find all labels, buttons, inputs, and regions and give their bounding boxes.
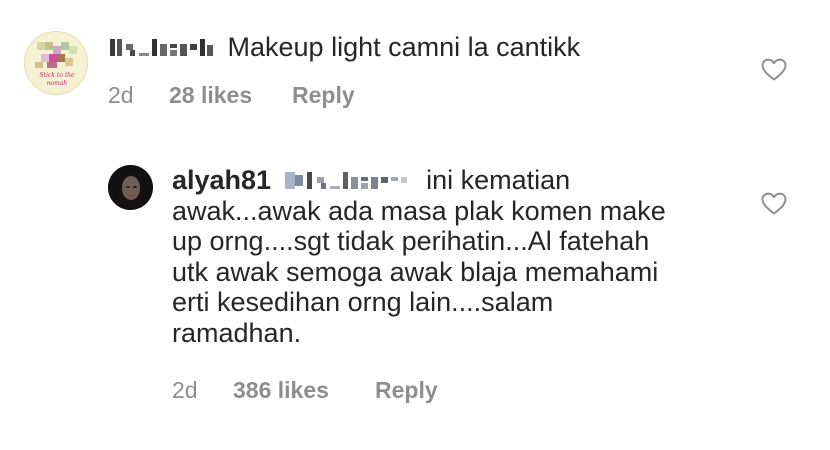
timestamp: 2d <box>172 377 198 403</box>
avatar-pixelated-image <box>35 42 77 68</box>
reply-button[interactable]: Reply <box>292 82 355 109</box>
comment-body-line: utk awak semoga awak blaja memahami <box>172 256 659 287</box>
mention-pixelated[interactable] <box>283 168 417 192</box>
comment-text: Makeup light camni la cantikk <box>108 32 728 63</box>
heart-outline-icon[interactable] <box>761 192 787 216</box>
avatar[interactable]: Stick to the nomah <box>24 31 88 95</box>
reply-button[interactable]: Reply <box>375 377 438 404</box>
svg-text:Stick to the: Stick to the <box>39 72 75 79</box>
comment-body: Makeup light camni la cantikk <box>227 32 581 62</box>
comment-body-line: erti kesedihan orng lain....salam <box>172 287 554 317</box>
heart-outline-icon[interactable] <box>761 58 787 82</box>
comment-body-line: up orng....sgt tidak perihatin...Al fate… <box>172 226 650 256</box>
comment-text: alyah81 ini kematian awak...awak ada mas… <box>172 165 732 348</box>
comment-body-line: ramadhan. <box>172 317 302 348</box>
username-pixelated[interactable] <box>108 35 220 59</box>
likes-count[interactable]: 386 likes <box>233 377 329 404</box>
comment-body-line: ini kematian <box>426 165 571 195</box>
timestamp: 2d <box>108 82 134 108</box>
avatar-image <box>108 165 153 210</box>
avatar[interactable] <box>108 165 153 210</box>
comment-body-line: awak...awak ada masa plak komen make <box>172 195 666 226</box>
username[interactable]: alyah81 <box>172 165 271 195</box>
comment-line-1: alyah81 ini kematian <box>172 165 732 196</box>
likes-count[interactable]: 28 likes <box>169 82 252 109</box>
svg-text:nomah: nomah <box>47 80 68 87</box>
